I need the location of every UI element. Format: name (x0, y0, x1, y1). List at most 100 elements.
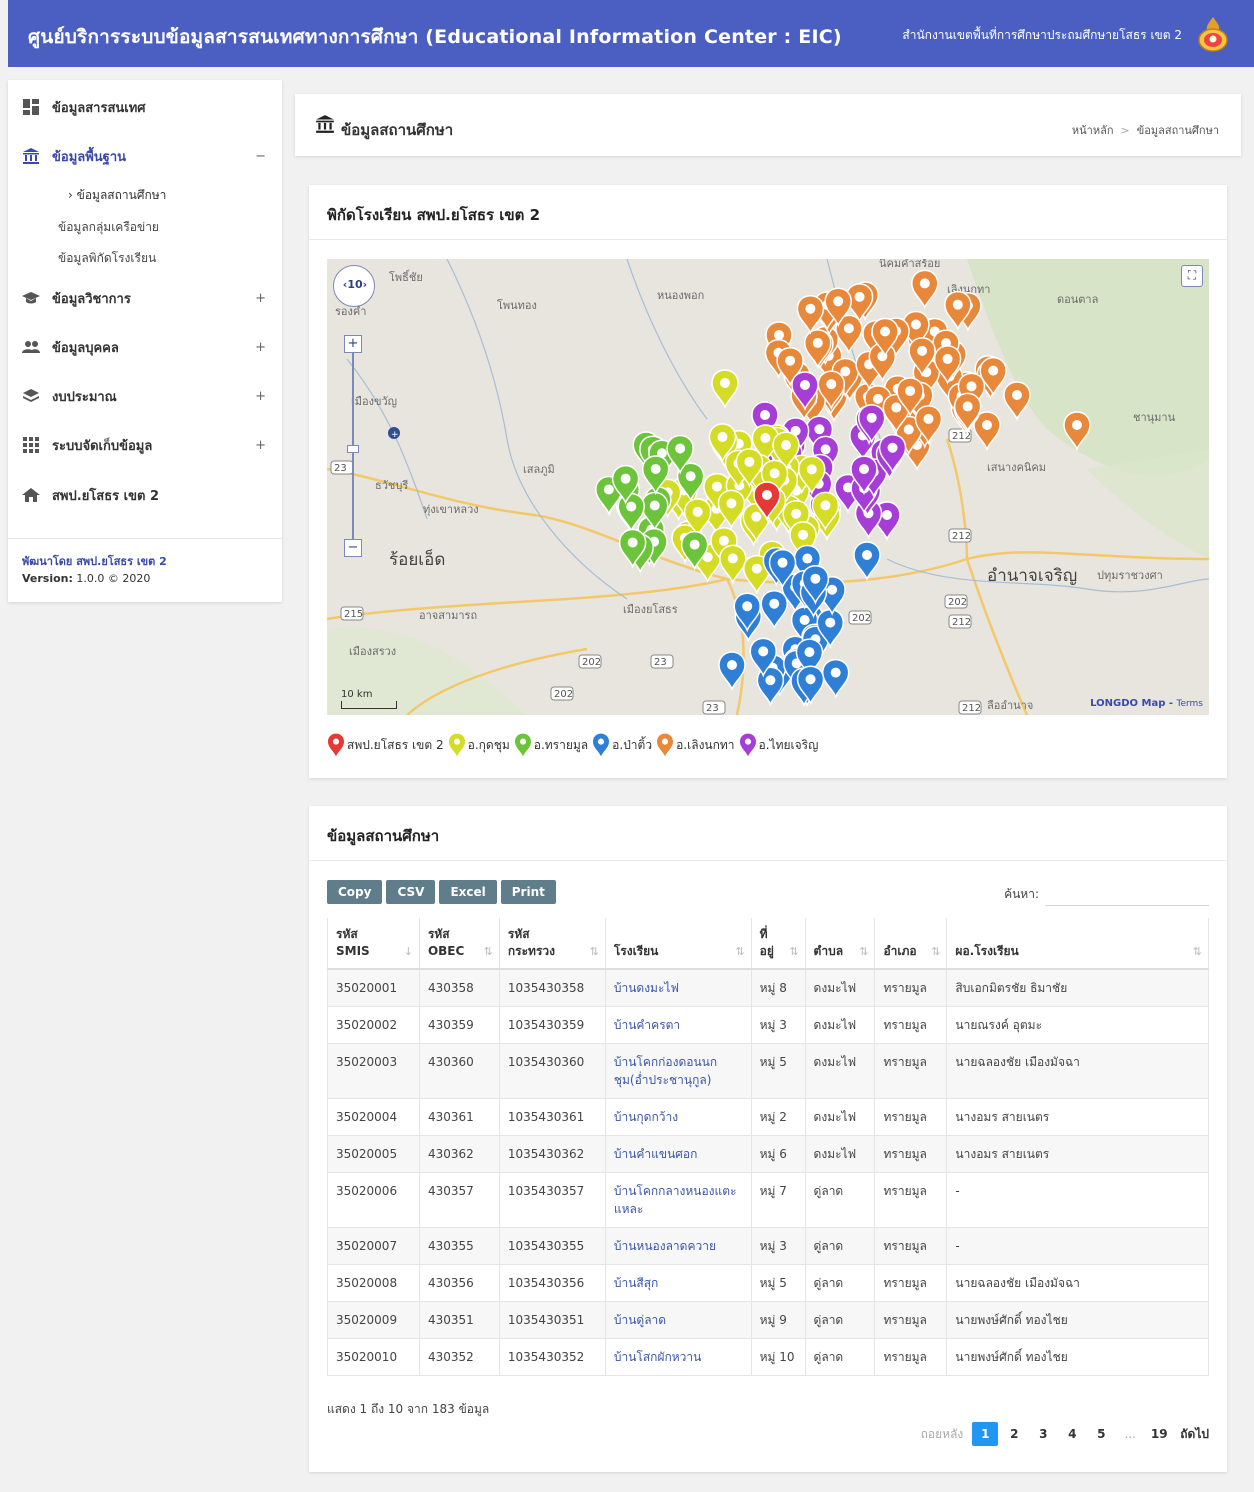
table-cell: 430351 (418, 1301, 500, 1339)
table-cell: 35020010 (327, 1338, 420, 1376)
zoom-slider[interactable]: + − (344, 335, 362, 557)
sidebar-item-office-home[interactable]: สพป.ยโสธร เขต 2 (8, 480, 282, 510)
table-cell: บ้านสีสุก (604, 1264, 752, 1302)
column-header[interactable]: รหัส SMIS ↓ (327, 918, 420, 970)
page-button[interactable]: 4 (1059, 1422, 1085, 1446)
map-canvas[interactable]: โพธิ์ชัยโพนทอง หนองพอก นิคมคำสร้อยดอนตาลชา… (327, 259, 1209, 715)
copy-button[interactable]: Copy (327, 880, 383, 904)
school-link[interactable]: บ้านโคกก่องดอนนกชุม(อ่ำประชานุกูล) (614, 1055, 717, 1087)
zoom-out-button[interactable]: − (344, 539, 362, 557)
map-attribution[interactable]: LONGDO Map - Terms (1090, 698, 1203, 709)
table-cell: ดงมะไฟ (804, 1043, 875, 1099)
sort-ascending-icon[interactable]: ↓ (404, 943, 413, 960)
column-header[interactable]: อำเภอ ⇅ (874, 918, 947, 970)
table-cell: หมู่ 9 (750, 1301, 806, 1339)
next-page-button[interactable]: ถัดไป (1180, 1422, 1209, 1446)
road-number-label: 202 (944, 594, 968, 609)
school-link[interactable]: บ้านคำครตา (614, 1018, 680, 1032)
sidebar-item-data-collection[interactable]: ระบบจัดเก็บข้อมูล + (8, 430, 282, 460)
sidebar-subitem-schools[interactable]: › ข้อมูลสถานศึกษา (68, 186, 166, 205)
table-cell: 430358 (418, 968, 500, 1007)
previous-page-button[interactable]: ถอยหลัง (921, 1422, 964, 1446)
collapse-toggle[interactable]: − (255, 149, 266, 164)
top-bar: ศูนย์บริการระบบข้อมูลสารสนเทศทางการศึกษา… (8, 0, 1254, 67)
svg-text:202: 202 (852, 613, 871, 624)
page-button[interactable]: 5 (1088, 1422, 1114, 1446)
table-cell: 430361 (418, 1098, 500, 1136)
breadcrumb: หน้าหลัก > ข้อมูลสถานศึกษา (1072, 121, 1219, 139)
school-link[interactable]: บ้านดงมะไฟ (614, 981, 679, 995)
map-place-label: เมืองยโสธร (623, 602, 678, 616)
sidebar-item-basic-data[interactable]: ข้อมูลพื้นฐาน − (8, 141, 282, 171)
school-link[interactable]: บ้านโคกกลางหนองแตะแหละ (614, 1184, 737, 1216)
school-link[interactable]: บ้านโสกผักหวาน (614, 1350, 701, 1364)
column-header[interactable]: รหัส กระทรวง ⇅ (498, 918, 606, 970)
map-place-label: ลืออำนาจ (987, 699, 1033, 712)
school-link[interactable]: บ้านกุดกว้าง (614, 1110, 678, 1124)
sort-icon[interactable]: ⇅ (789, 943, 798, 960)
page-button[interactable]: 2 (1001, 1422, 1027, 1446)
sort-icon[interactable]: ⇅ (1193, 943, 1202, 960)
map-pin-icon (328, 733, 344, 757)
sort-icon[interactable]: ⇅ (931, 943, 940, 960)
sort-icon[interactable]: ⇅ (859, 943, 868, 960)
table-cell: 430359 (418, 1006, 500, 1044)
table-cell: 1035430355 (498, 1227, 606, 1265)
column-header[interactable]: รหัส OBEC ⇅ (418, 918, 500, 970)
sidebar-subitem-networks[interactable]: ข้อมูลกลุ่มเครือข่าย (58, 218, 159, 237)
table-row: 35020009 430351 1035430351 บ้านดู่ลาด หมู่ 9… (327, 1301, 1209, 1339)
csv-button[interactable]: CSV (386, 880, 436, 904)
school-link[interactable]: บ้านคำแขนศอก (614, 1147, 698, 1161)
table-cell: 430360 (418, 1043, 500, 1099)
table-cell: ดงมะไฟ (804, 1135, 875, 1173)
expand-toggle[interactable]: + (255, 340, 266, 355)
map-zoom-dial[interactable]: ‹10› (333, 265, 375, 307)
table-cell: 35020003 (327, 1043, 420, 1099)
sidebar-item-label: งบประมาณ (52, 389, 117, 405)
excel-button[interactable]: Excel (439, 880, 497, 904)
sidebar-item-budget[interactable]: งบประมาณ + (8, 381, 282, 411)
search-input[interactable] (1045, 882, 1209, 906)
table-cell: 35020004 (327, 1098, 420, 1136)
print-button[interactable]: Print (500, 880, 556, 904)
sort-icon[interactable]: ⇅ (484, 943, 493, 960)
column-header[interactable]: ตำบล ⇅ (804, 918, 875, 970)
school-link[interactable]: บ้านหนองลาดควาย (614, 1239, 716, 1253)
table-cell: นางอมร สายเนตร (946, 1098, 1209, 1136)
sidebar-item-personnel[interactable]: ข้อมูลบุคคล + (8, 332, 282, 362)
map-scale-label: 10 km (341, 689, 373, 700)
school-map[interactable]: โพธิ์ชัย โพนทอง หนองพอก นิคมคำสร้อย ดอนตาล ชา… (327, 259, 1209, 715)
page-button[interactable]: 3 (1030, 1422, 1056, 1446)
table-info: แสดง 1 ถึง 10 จาก 183 ข้อมูล (327, 1402, 490, 1416)
sidebar-item-academic[interactable]: ข้อมูลวิชาการ + (8, 283, 282, 313)
school-link[interactable]: บ้านสีสุก (614, 1276, 658, 1290)
column-header[interactable]: ผอ.โรงเรียน ⇅ (946, 918, 1209, 970)
legend-item: สพป.ยโสธร เขต 2 (327, 733, 444, 757)
svg-text:202: 202 (948, 597, 967, 608)
table-cell: - (946, 1172, 1209, 1228)
sort-icon[interactable]: ⇅ (590, 943, 599, 960)
table-cell: ดู่ลาด (804, 1227, 875, 1265)
map-place-label: ชานุมาน (1133, 411, 1176, 424)
page-button[interactable]: 19 (1146, 1422, 1172, 1446)
zoom-in-button[interactable]: + (344, 335, 362, 353)
table-cell: ทรายมูล (874, 1098, 947, 1136)
page-button[interactable]: 1 (972, 1422, 999, 1446)
table-row: 35020008 430356 1035430356 บ้านสีสุก หมู่ 5ด… (327, 1264, 1209, 1302)
sidebar-item-information[interactable]: ข้อมูลสารสนเทศ (8, 92, 282, 122)
sidebar-subitem-coordinates[interactable]: ข้อมูลพิกัดโรงเรียน (58, 249, 156, 268)
column-header[interactable]: ที่ อยู่ ⇅ (750, 918, 806, 970)
table-cell: บ้านหนองลาดควาย (604, 1227, 752, 1265)
table-cell: ดู่ลาด (804, 1172, 875, 1228)
column-header[interactable]: โรงเรียน ⇅ (604, 918, 752, 970)
school-link[interactable]: บ้านดู่ลาด (614, 1313, 666, 1327)
zoom-handle[interactable] (347, 445, 359, 453)
fullscreen-icon[interactable]: ⛶ (1181, 265, 1203, 287)
breadcrumb-home-link[interactable]: หน้าหลัก (1072, 124, 1114, 137)
expand-toggle[interactable]: + (255, 389, 266, 404)
expand-toggle[interactable]: + (255, 438, 266, 453)
legend-label: สพป.ยโสธร เขต 2 (347, 737, 444, 752)
sort-icon[interactable]: ⇅ (735, 943, 744, 960)
sidebar-item-label: ระบบจัดเก็บข้อมูล (52, 438, 153, 454)
expand-toggle[interactable]: + (255, 291, 266, 306)
